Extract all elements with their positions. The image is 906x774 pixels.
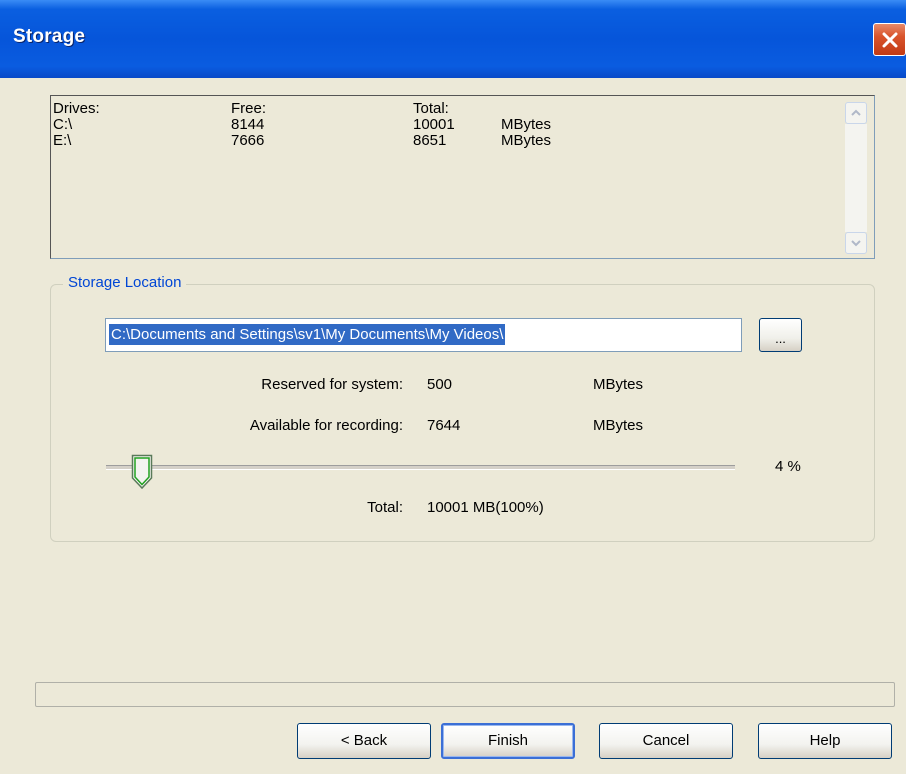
window-title: Storage bbox=[13, 26, 86, 47]
browse-button[interactable]: ... bbox=[759, 318, 802, 352]
drives-header-drive: Drives: bbox=[53, 100, 100, 117]
storage-path-text: C:\Documents and Settings\sv1\My Documen… bbox=[109, 324, 506, 345]
finish-button[interactable]: Finish bbox=[441, 723, 575, 759]
back-button[interactable]: < Back bbox=[297, 723, 431, 759]
help-button[interactable]: Help bbox=[758, 723, 892, 759]
scroll-down-button[interactable] bbox=[845, 232, 867, 254]
drive-row-e-free: 7666 bbox=[231, 132, 265, 149]
chevron-down-icon bbox=[851, 240, 861, 247]
drives-header-total: Total: bbox=[413, 100, 449, 117]
drive-row-e-total: 8651 bbox=[413, 132, 447, 149]
drive-row-e-drive: E:\ bbox=[53, 132, 72, 149]
total-value: 10001 MB(100%) bbox=[427, 499, 544, 516]
total-label: Total: bbox=[367, 499, 403, 516]
reserve-slider-track[interactable] bbox=[106, 465, 735, 470]
reserve-slider-thumb[interactable] bbox=[131, 454, 153, 490]
available-label: Available for recording: bbox=[249, 417, 403, 434]
storage-path-input[interactable]: C:\Documents and Settings\sv1\My Documen… bbox=[105, 318, 742, 352]
available-value: 7644 bbox=[427, 417, 461, 434]
slider-percent: 4 % bbox=[775, 458, 801, 475]
reserved-value: 500 bbox=[427, 376, 453, 393]
reserved-unit: MBytes bbox=[593, 376, 644, 393]
drive-row-c-total: 10001 bbox=[413, 116, 455, 133]
back-button-label: < Back bbox=[340, 732, 388, 749]
cancel-button[interactable]: Cancel bbox=[599, 723, 733, 759]
available-unit: MBytes bbox=[593, 417, 644, 434]
drives-header-free: Free: bbox=[231, 100, 267, 117]
close-icon bbox=[882, 32, 898, 48]
drive-row-c-unit: MBytes bbox=[501, 116, 552, 133]
scroll-up-button[interactable] bbox=[845, 102, 867, 124]
drive-row-c-free: 8144 bbox=[231, 116, 265, 133]
close-button[interactable] bbox=[873, 23, 906, 56]
storage-location-label: Storage Location bbox=[63, 274, 187, 291]
title-bar[interactable]: Storage bbox=[0, 0, 906, 78]
drives-scrollbar-track[interactable] bbox=[845, 124, 867, 232]
drives-list[interactable] bbox=[50, 95, 875, 259]
drive-row-e-unit: MBytes bbox=[501, 132, 552, 149]
chevron-up-icon bbox=[851, 109, 861, 116]
status-bar bbox=[35, 682, 895, 707]
reserved-label: Reserved for system: bbox=[261, 376, 403, 393]
drive-row-c-drive: C:\ bbox=[53, 116, 73, 133]
